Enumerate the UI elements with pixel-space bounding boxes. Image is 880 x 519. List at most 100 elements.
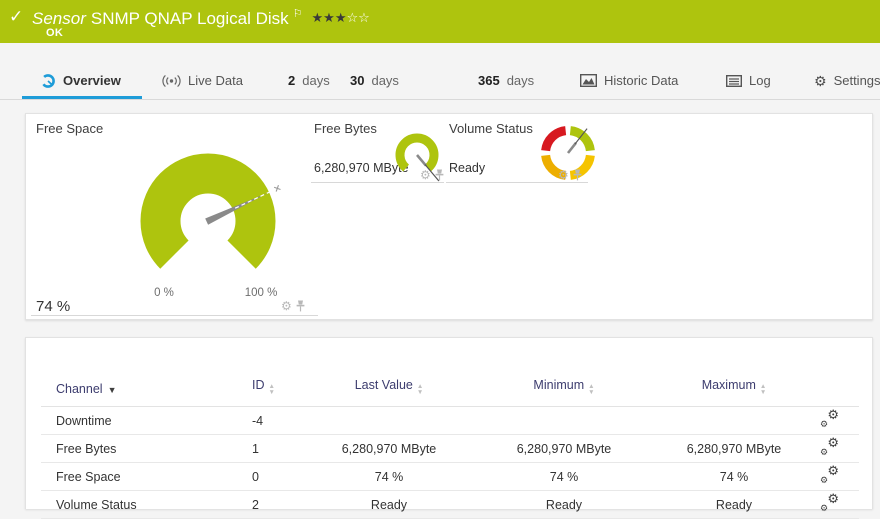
channel-actions-cell: ⚙⚙	[800, 435, 859, 463]
stars-empty: ☆☆	[347, 10, 370, 25]
active-tab-underline	[22, 96, 142, 99]
channel-settings-icon[interactable]: ⚙⚙	[820, 495, 839, 512]
sensor-name: SNMP QNAP Logical Disk	[91, 9, 289, 28]
channel-actions-cell: ⚙⚙	[800, 407, 859, 435]
primary-gauge-value: 74 %	[36, 298, 70, 315]
channel-name-cell: Free Space	[41, 463, 246, 491]
sort-desc-icon: ▼	[588, 390, 594, 396]
table-row: Downtime -4 ⚙⚙	[41, 407, 859, 435]
col-header-id-label: ID	[252, 378, 265, 392]
channel-settings-icon[interactable]: ⚙⚙	[820, 411, 839, 428]
sort-desc-icon: ▼	[269, 390, 275, 396]
priority-stars[interactable]: ★★★☆☆	[312, 10, 370, 25]
channel-id-cell: 2	[246, 491, 318, 519]
tab-settings-label: Settings	[834, 73, 880, 88]
sensor-status-text: OK	[46, 27, 63, 39]
col-header-channel[interactable]: Channel ▼	[41, 358, 246, 407]
primary-gauge-actions[interactable]: ⚙	[281, 300, 305, 312]
table-row: Free Space 0 74 % 74 % 74 % ⚙⚙	[41, 463, 859, 491]
gear-icon: ⚙	[820, 476, 828, 485]
tab-30-days-number: 30	[350, 73, 364, 88]
channel-settings-icon[interactable]: ⚙⚙	[820, 467, 839, 484]
channel-last-value-cell: Ready	[318, 491, 460, 519]
volume-status-label: Volume Status	[449, 121, 533, 136]
primary-gauge-min-label: 0 %	[142, 287, 186, 299]
log-icon	[726, 75, 742, 87]
pin-icon[interactable]	[573, 169, 582, 181]
primary-gauge-max-label: 100 %	[237, 287, 285, 299]
pin-icon[interactable]	[296, 300, 305, 312]
col-header-last-value[interactable]: Last Value▲▼	[318, 358, 460, 407]
channel-maximum-cell	[668, 407, 800, 435]
table-row: Volume Status 2 Ready Ready Ready ⚙⚙	[41, 491, 859, 519]
gauge-icon	[40, 73, 56, 89]
col-header-id[interactable]: ID ▲▼	[246, 358, 318, 407]
primary-gauge-label: Free Space	[36, 121, 103, 136]
channels-panel: Channel ▼ ID ▲▼ Last Value▲▼ Minimum ▲▼ Max…	[25, 337, 873, 509]
gear-icon: ⚙	[827, 492, 839, 505]
tab-log[interactable]: Log	[726, 62, 771, 99]
tab-overview[interactable]: Overview	[40, 62, 121, 99]
flag-icon[interactable]: ⚐	[293, 8, 303, 20]
channel-id-cell: -4	[246, 407, 318, 435]
tab-live-data-label: Live Data	[188, 73, 243, 88]
col-header-minimum[interactable]: Minimum ▲▼	[460, 358, 668, 407]
volume-status-actions[interactable]: ⚙	[558, 169, 582, 181]
tab-historic-data[interactable]: Historic Data	[580, 62, 678, 99]
channel-last-value-cell: 74 %	[318, 463, 460, 491]
tab-30-days[interactable]: 30 days	[350, 62, 399, 99]
col-header-actions	[800, 358, 859, 407]
tab-historic-data-label: Historic Data	[604, 73, 678, 88]
gear-icon: ⚙	[820, 504, 828, 513]
col-header-maximum[interactable]: Maximum▲▼	[668, 358, 800, 407]
tab-365-days-label: days	[507, 73, 534, 88]
sort-icons: ▲▼	[269, 384, 275, 396]
gauges-panel: Free Space 0 % 100 % 74 % ⚙ Free Bytes 6…	[25, 113, 873, 320]
pin-icon[interactable]	[435, 169, 444, 181]
channel-minimum-cell: 74 %	[460, 463, 668, 491]
tab-2-days[interactable]: 2 days	[288, 62, 330, 99]
channel-actions-cell: ⚙⚙	[800, 463, 859, 491]
primary-gauge	[128, 141, 288, 301]
tab-bar: Overview Live Data 2 days 30 days 365 da…	[0, 62, 880, 100]
col-header-minimum-label: Minimum	[533, 378, 584, 392]
tab-365-days-number: 365	[478, 73, 500, 88]
gear-icon[interactable]: ⚙	[558, 169, 569, 181]
gear-icon: ⚙	[827, 436, 839, 449]
channel-maximum-cell: Ready	[668, 491, 800, 519]
broadcast-icon	[162, 74, 181, 88]
sort-desc-icon: ▼	[417, 390, 423, 396]
gear-icon[interactable]: ⚙	[420, 169, 431, 181]
tab-log-label: Log	[749, 73, 771, 88]
channel-settings-icon[interactable]: ⚙⚙	[820, 439, 839, 456]
col-header-maximum-label: Maximum	[702, 378, 756, 392]
gear-icon: ⚙	[820, 448, 828, 457]
tab-live-data[interactable]: Live Data	[162, 62, 243, 99]
tab-365-days[interactable]: 365 days	[478, 62, 534, 99]
settings-gear-icon: ⚙	[814, 74, 827, 88]
gear-icon[interactable]: ⚙	[281, 300, 292, 312]
channel-name-cell: Free Bytes	[41, 435, 246, 463]
free-bytes-actions[interactable]: ⚙	[420, 169, 444, 181]
tab-30-days-label: days	[371, 73, 398, 88]
table-row: Free Bytes 1 6,280,970 MByte 6,280,970 M…	[41, 435, 859, 463]
sort-icons: ▲▼	[588, 384, 594, 396]
volume-status-value: Ready	[449, 161, 485, 175]
channel-name-cell: Volume Status	[41, 491, 246, 519]
col-header-channel-label: Channel	[56, 382, 103, 396]
tab-settings[interactable]: ⚙ Settings	[814, 62, 880, 99]
tab-2-days-number: 2	[288, 73, 295, 88]
channels-table: Channel ▼ ID ▲▼ Last Value▲▼ Minimum ▲▼ Max…	[41, 358, 859, 519]
chart-icon	[580, 74, 597, 88]
channel-maximum-cell: 6,280,970 MByte	[668, 435, 800, 463]
col-header-last-value-label: Last Value	[355, 378, 413, 392]
table-header-row: Channel ▼ ID ▲▼ Last Value▲▼ Minimum ▲▼ Max…	[41, 358, 859, 407]
volume-status-divider	[446, 182, 588, 183]
stars-filled: ★★★	[312, 10, 347, 25]
sort-desc-icon: ▼	[108, 385, 117, 395]
channel-minimum-cell: 6,280,970 MByte	[460, 435, 668, 463]
tab-2-days-label: days	[302, 73, 329, 88]
channel-last-value-cell: 6,280,970 MByte	[318, 435, 460, 463]
tab-overview-label: Overview	[63, 73, 121, 88]
sensor-title: SensorSNMP QNAP Logical Disk⚐★★★☆☆	[32, 7, 370, 29]
